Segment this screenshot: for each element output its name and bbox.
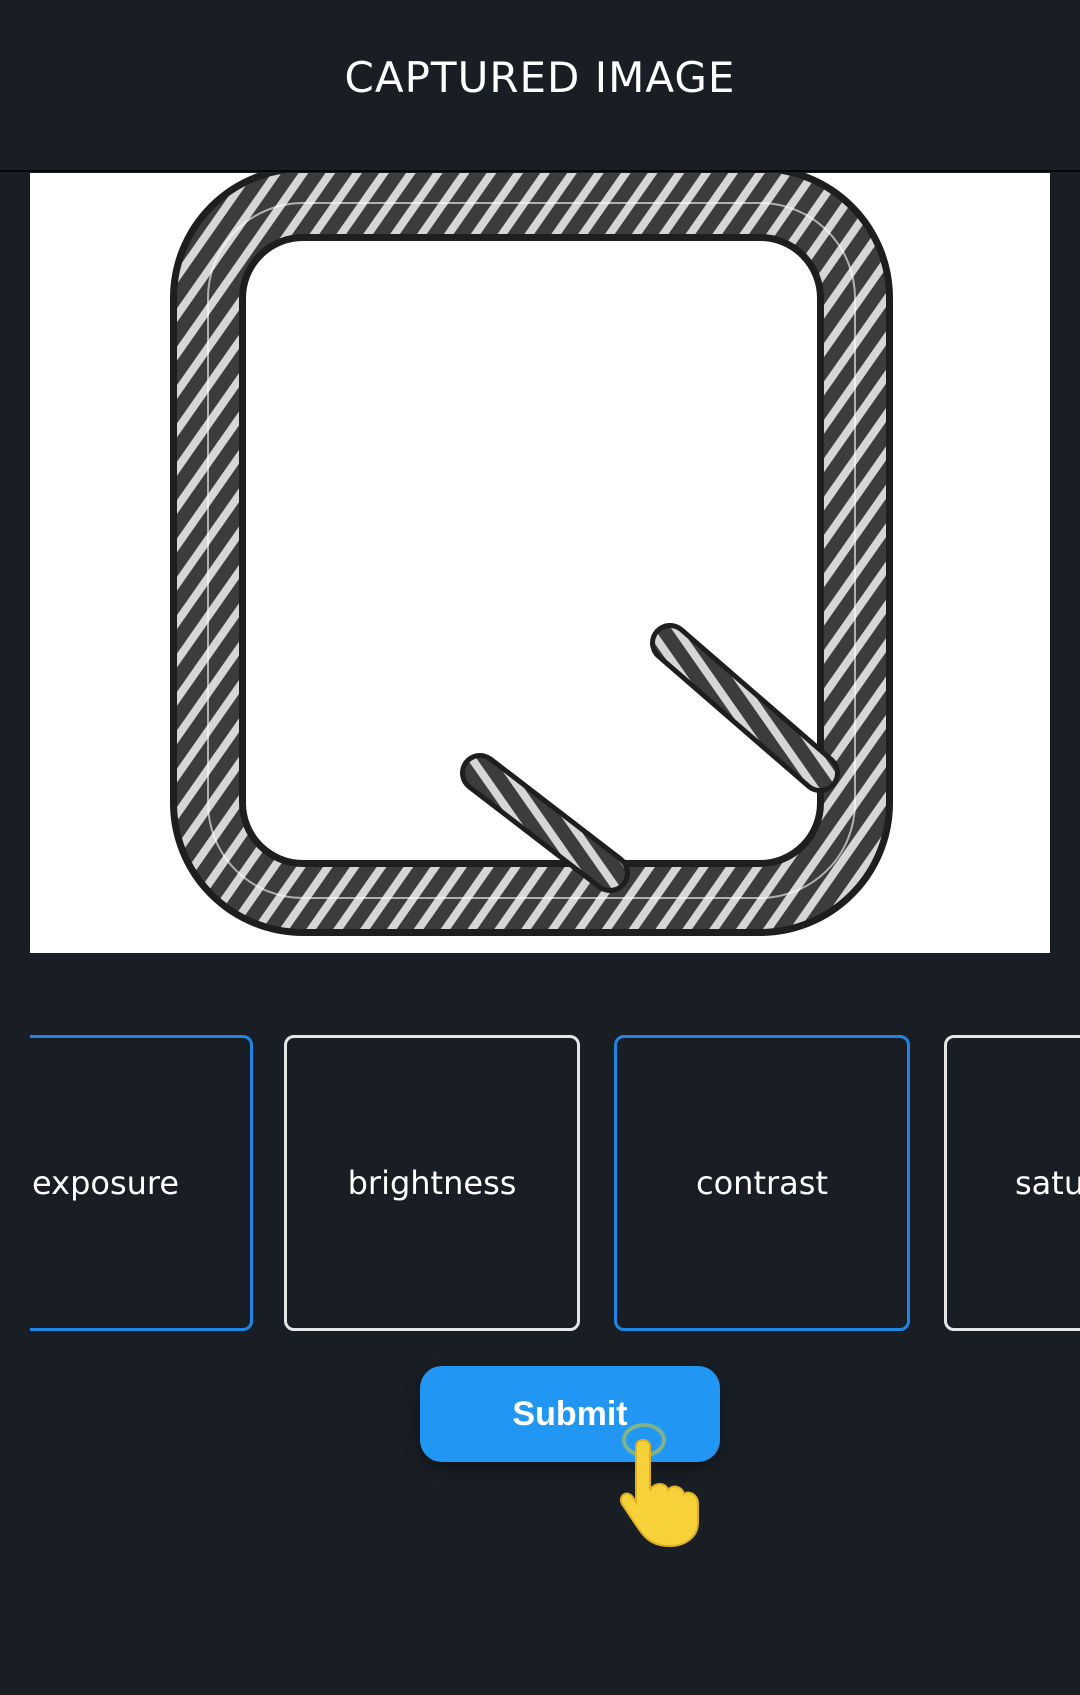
rebar-stirrup-image [170,173,893,936]
adjustment-options: exposure brightness contrast satu [0,1035,1080,1335]
app-header: CAPTURED IMAGE [0,0,1080,172]
adjustment-option-label: contrast [696,1164,828,1202]
adjustment-option-label: satu [1015,1164,1080,1202]
adjustment-option-exposure[interactable]: exposure [30,1035,253,1331]
adjustment-option-label: brightness [347,1164,517,1202]
adjustment-option-contrast[interactable]: contrast [614,1035,910,1331]
adjustment-option-saturation[interactable]: satu [944,1035,1080,1331]
page-title: CAPTURED IMAGE [344,52,736,102]
adjustment-option-brightness[interactable]: brightness [284,1035,580,1331]
captured-image [30,173,1050,953]
hand-pointer-icon [620,1423,699,1548]
adjustment-option-label: exposure [32,1164,180,1202]
